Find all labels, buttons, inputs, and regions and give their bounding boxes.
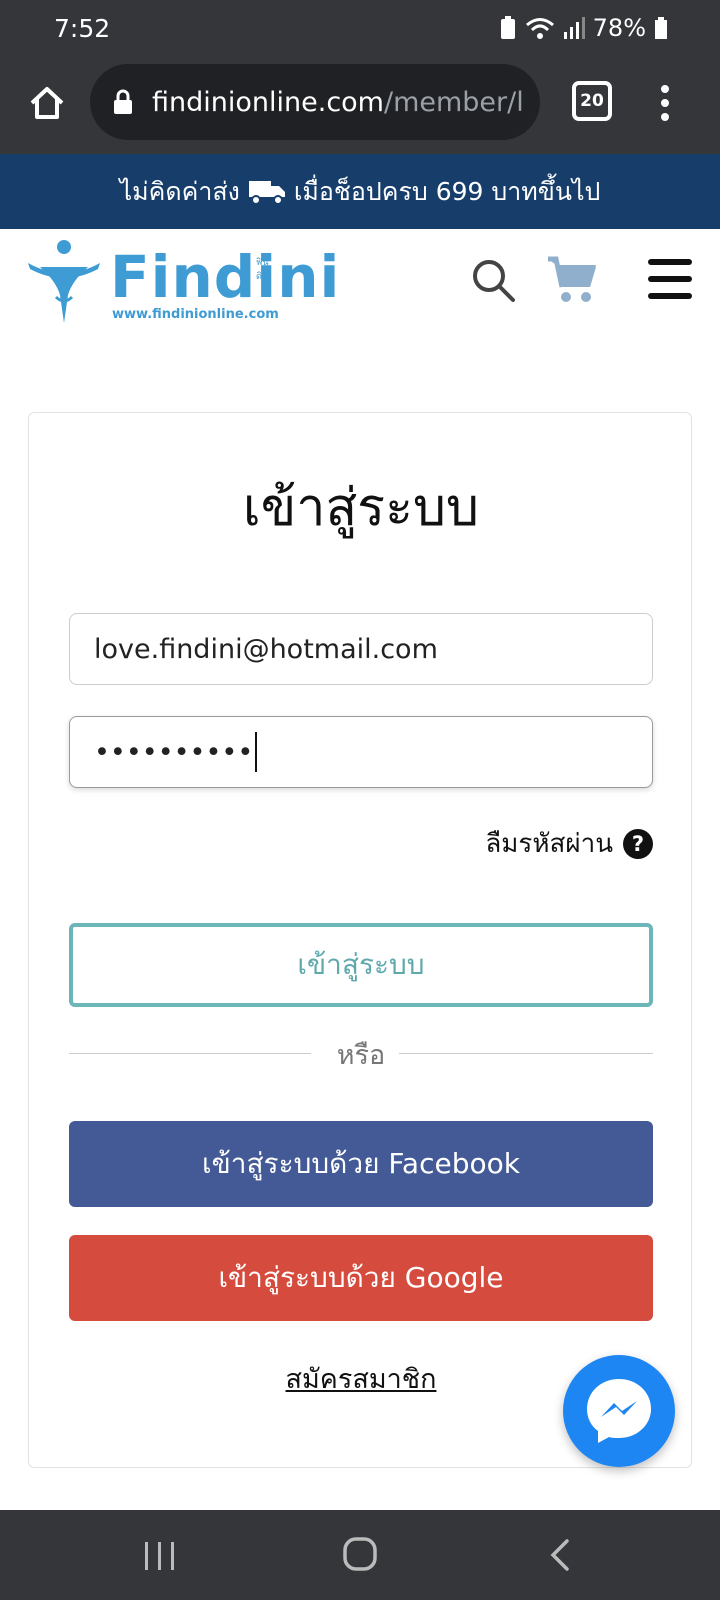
battery-saver-icon [500, 16, 515, 39]
password-mask: •••••••••• [94, 736, 254, 768]
home-icon [30, 87, 64, 119]
more-vert-icon[interactable] [650, 78, 680, 128]
truck-icon [248, 180, 285, 205]
battery-icon [655, 17, 667, 39]
url-path: /member/l [383, 86, 524, 118]
hamburger-menu-icon[interactable] [648, 259, 692, 299]
messenger-icon [587, 1379, 651, 1443]
home-nav-icon[interactable] [342, 1536, 378, 1572]
battery-percent: 78% [592, 14, 646, 42]
cart-button[interactable] [546, 253, 598, 305]
promo-text-after: เมื่อช็อปครบ 699 บาทขึ้นไป [293, 176, 601, 206]
tab-switcher-icon[interactable]: 20 [572, 81, 612, 121]
logo-figure-icon [28, 240, 100, 323]
lock-icon [114, 89, 132, 114]
logo-wordmark: Findini [110, 243, 341, 311]
login-card: เข้าสู่ระบบ love.findini@hotmail.com •••… [28, 412, 692, 1468]
forgot-password-link[interactable]: ลืมรหัสผ่าน ? [485, 823, 653, 864]
help-icon: ? [623, 828, 653, 859]
wifi-icon [525, 18, 554, 39]
promo-text-before: ไม่คิดค่าส่ง [119, 176, 240, 206]
back-icon[interactable] [548, 1538, 572, 1572]
promo-banner: ไม่คิดค่าส่ง เมื่อช็อปครบ 699 บาทขึ้นไป [0, 154, 720, 229]
login-button[interactable]: เข้าสู่ระบบ [69, 923, 653, 1007]
google-login-button[interactable]: เข้าสู่ระบบด้วย Google [69, 1235, 653, 1321]
or-divider: หรือ [69, 1033, 653, 1073]
text-caret [255, 732, 258, 772]
url-host: findinionline.com [152, 86, 384, 118]
page-title: เข้าสู่ระบบ [242, 478, 480, 538]
site-header: Findini ฟินดินี่ www.findinionline.com [0, 229, 720, 329]
status-time: 7:52 [54, 14, 111, 43]
browser-home-button[interactable] [22, 78, 72, 128]
status-bar: 7:52 78% [0, 0, 720, 58]
browser-toolbar: findinionline.com/member/l 20 [0, 58, 720, 154]
recent-apps-icon[interactable] [143, 1540, 177, 1572]
email-field[interactable]: love.findini@hotmail.com [69, 613, 653, 685]
address-bar[interactable]: findinionline.com/member/l [90, 64, 540, 140]
search-icon [473, 260, 515, 302]
search-button[interactable] [470, 257, 518, 305]
cart-icon [548, 256, 596, 302]
forgot-password-label: ลืมรหัสผ่าน [485, 829, 613, 859]
logo-url: www.findinionline.com [112, 307, 279, 322]
findini-logo[interactable]: Findini ฟินดินี่ www.findinionline.com [26, 237, 339, 325]
logo-thai-text: ฟินดินี่ [256, 258, 269, 282]
signal-icon [563, 17, 585, 39]
status-icons: 78% [499, 14, 668, 42]
messenger-chat-button[interactable] [563, 1355, 675, 1467]
facebook-login-button[interactable]: เข้าสู่ระบบด้วย Facebook [69, 1121, 653, 1207]
password-field[interactable]: •••••••••• [69, 716, 653, 788]
system-nav-bar [0, 1510, 720, 1600]
or-label: หรือ [336, 1040, 386, 1071]
